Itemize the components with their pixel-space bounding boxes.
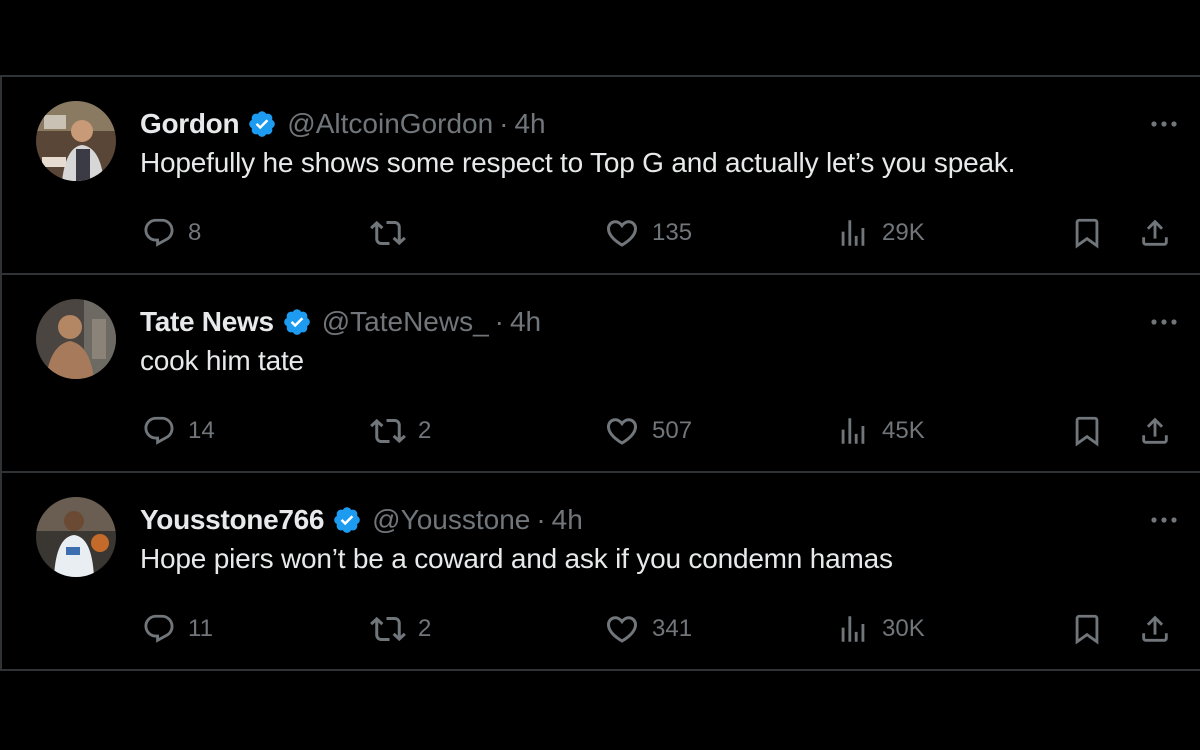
reply-icon bbox=[142, 216, 176, 250]
retweet-count: 2 bbox=[418, 417, 432, 444]
display-name[interactable]: Gordon bbox=[140, 108, 240, 140]
share-button[interactable] bbox=[1138, 213, 1172, 253]
views-button[interactable]: 29K bbox=[836, 213, 925, 253]
views-icon bbox=[836, 414, 870, 448]
timestamp[interactable]: 4h bbox=[510, 306, 541, 338]
user-handle[interactable]: @AltcoinGordon bbox=[287, 108, 493, 140]
reply-icon bbox=[142, 612, 176, 646]
separator: · bbox=[494, 306, 504, 337]
retweet-button[interactable]: 2 bbox=[370, 411, 431, 451]
action-bar: 14 2 507 45K bbox=[2, 411, 1200, 451]
share-button[interactable] bbox=[1138, 609, 1172, 649]
user-handle[interactable]: @TateNews_ bbox=[322, 306, 489, 338]
like-count: 135 bbox=[652, 219, 693, 246]
more-icon[interactable] bbox=[1144, 307, 1184, 337]
share-icon bbox=[1138, 216, 1172, 250]
like-icon bbox=[604, 611, 640, 647]
user-handle[interactable]: @Yousstone bbox=[372, 504, 530, 536]
verified-badge-icon bbox=[282, 307, 312, 337]
action-bar: 11 2 341 30K bbox=[2, 609, 1200, 649]
retweet-button[interactable]: 2 bbox=[370, 609, 431, 649]
tweet[interactable]: Tate News @TateNews_ · 4h cook him tate … bbox=[2, 275, 1200, 473]
reply-button[interactable]: 8 bbox=[142, 213, 201, 253]
like-count: 507 bbox=[652, 417, 693, 444]
avatar[interactable] bbox=[36, 497, 116, 577]
display-name[interactable]: Tate News bbox=[140, 306, 274, 338]
avatar[interactable] bbox=[36, 299, 116, 379]
like-count: 341 bbox=[652, 615, 693, 642]
bookmark-icon bbox=[1070, 414, 1104, 448]
reply-count: 11 bbox=[188, 615, 213, 642]
tweet-text: cook him tate bbox=[140, 345, 304, 376]
tweet-text: Hope piers won’t be a coward and ask if … bbox=[140, 543, 893, 574]
separator: · bbox=[499, 108, 509, 139]
retweet-icon bbox=[370, 413, 406, 449]
bookmark-button[interactable] bbox=[1070, 213, 1104, 253]
verified-badge-icon bbox=[332, 505, 362, 535]
view-count: 29K bbox=[882, 219, 925, 246]
view-count: 45K bbox=[882, 417, 925, 444]
tweet-text: Hopefully he shows some respect to Top G… bbox=[140, 147, 1016, 178]
bookmark-button[interactable] bbox=[1070, 609, 1104, 649]
action-bar: 8 135 29K bbox=[2, 213, 1200, 253]
views-button[interactable]: 45K bbox=[836, 411, 925, 451]
tweet-header: Gordon @AltcoinGordon · 4h bbox=[140, 105, 546, 143]
reply-count: 14 bbox=[188, 417, 215, 444]
like-button[interactable]: 341 bbox=[604, 609, 692, 649]
bookmark-icon bbox=[1070, 216, 1104, 250]
display-name[interactable]: Yousstone766 bbox=[140, 504, 324, 536]
timestamp[interactable]: 4h bbox=[514, 108, 545, 140]
retweet-icon bbox=[370, 611, 406, 647]
tweet[interactable]: Yousstone766 @Yousstone · 4h Hope piers … bbox=[2, 473, 1200, 671]
reply-feed: Gordon @AltcoinGordon · 4h Hopefully he … bbox=[0, 75, 1200, 671]
avatar[interactable] bbox=[36, 101, 116, 181]
views-icon bbox=[836, 612, 870, 646]
bookmark-icon bbox=[1070, 612, 1104, 646]
retweet-count: 2 bbox=[418, 615, 432, 642]
more-icon[interactable] bbox=[1144, 109, 1184, 139]
more-icon[interactable] bbox=[1144, 505, 1184, 535]
retweet-button[interactable] bbox=[370, 213, 418, 253]
retweet-icon bbox=[370, 215, 406, 251]
timestamp[interactable]: 4h bbox=[552, 504, 583, 536]
share-icon bbox=[1138, 414, 1172, 448]
tweet-header: Yousstone766 @Yousstone · 4h bbox=[140, 501, 583, 539]
like-icon bbox=[604, 215, 640, 251]
bookmark-button[interactable] bbox=[1070, 411, 1104, 451]
verified-badge-icon bbox=[247, 109, 277, 139]
reply-button[interactable]: 14 bbox=[142, 411, 215, 451]
tweet[interactable]: Gordon @AltcoinGordon · 4h Hopefully he … bbox=[2, 77, 1200, 275]
separator: · bbox=[536, 504, 546, 535]
share-button[interactable] bbox=[1138, 411, 1172, 451]
reply-count: 8 bbox=[188, 219, 202, 246]
like-icon bbox=[604, 413, 640, 449]
reply-button[interactable]: 11 bbox=[142, 609, 213, 649]
views-icon bbox=[836, 216, 870, 250]
reply-icon bbox=[142, 414, 176, 448]
views-button[interactable]: 30K bbox=[836, 609, 925, 649]
share-icon bbox=[1138, 612, 1172, 646]
like-button[interactable]: 507 bbox=[604, 411, 692, 451]
like-button[interactable]: 135 bbox=[604, 213, 692, 253]
tweet-header: Tate News @TateNews_ · 4h bbox=[140, 303, 541, 341]
view-count: 30K bbox=[882, 615, 925, 642]
